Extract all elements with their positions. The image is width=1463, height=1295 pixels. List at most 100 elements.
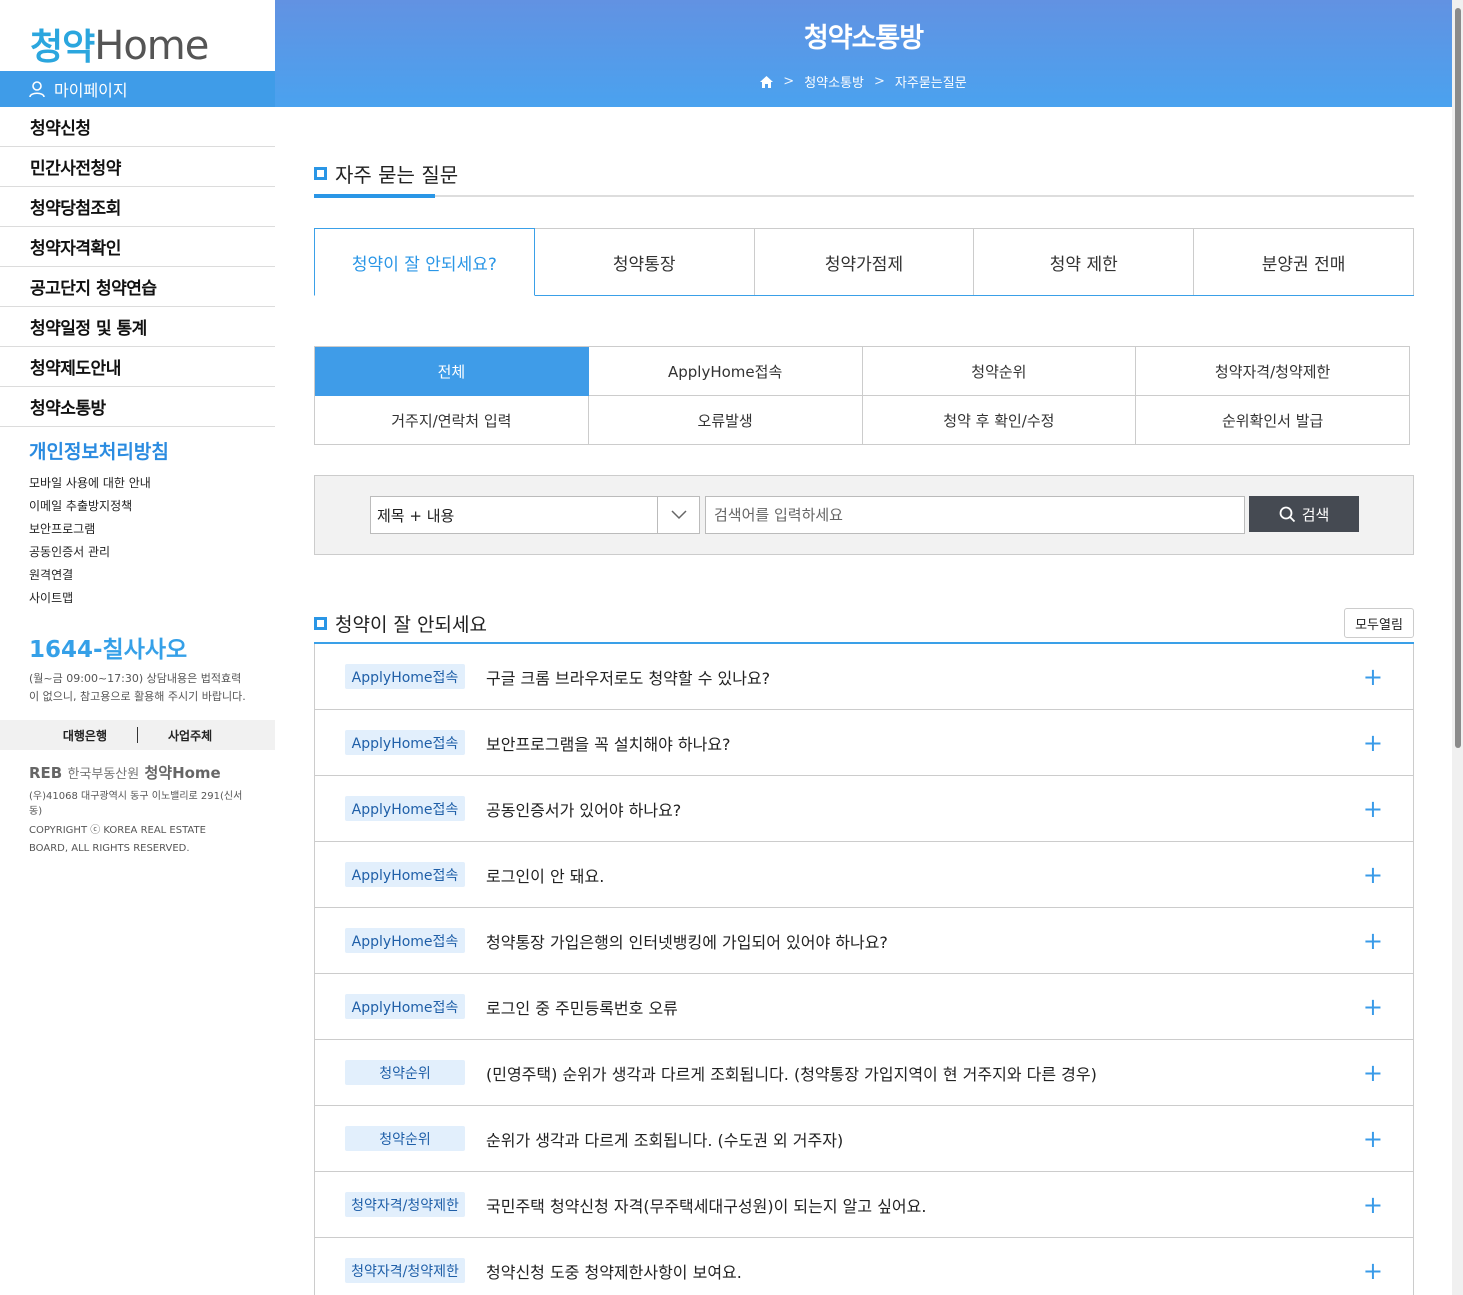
faq-question[interactable]: 구글 크롬 브라우저로도 청약할 수 있나요?	[486, 665, 770, 689]
list-header: 청약이 잘 안되세요 모두열림	[314, 607, 1414, 639]
breadcrumb: > 청약소통방 > 자주묻는질문	[275, 72, 1452, 91]
tab-points-system[interactable]: 청약가점제	[754, 228, 975, 295]
footer-logo: REB 한국부동산원 청약Home	[29, 764, 221, 782]
faq-list: ApplyHome접속 구글 크롬 브라우저로도 청약할 수 있나요? + Appl…	[314, 642, 1414, 1295]
menu-item-qualification-check[interactable]: 청약자격확인	[0, 227, 275, 267]
tab-resale[interactable]: 분양권 전매	[1194, 228, 1414, 295]
page-header: 청약소통방 > 청약소통방 > 자주묻는질문	[275, 0, 1452, 107]
link-email-policy[interactable]: 이메일 추출방지정책	[29, 495, 275, 518]
menu-item-system-guide[interactable]: 청약제도안내	[0, 347, 275, 387]
open-all-button[interactable]: 모두열림	[1344, 608, 1414, 638]
tab-savings-account[interactable]: 청약통장	[534, 228, 755, 295]
menu-item-winning-lookup[interactable]: 청약당첨조회	[0, 187, 275, 227]
faq-question[interactable]: 청약통장 가입은행의 인터넷뱅킹에 가입되어 있어야 하나요?	[486, 929, 888, 953]
category-badge: ApplyHome접속	[345, 796, 465, 821]
faq-row[interactable]: ApplyHome접속 보안프로그램을 꼭 설치해야 하나요? +	[314, 710, 1414, 776]
menu-item-apply[interactable]: 청약신청	[0, 107, 275, 147]
category-qualification[interactable]: 청약자격/청약제한	[1136, 347, 1410, 396]
category-all[interactable]: 전체	[315, 347, 589, 396]
phone-number: 1644-칠사사오	[29, 637, 188, 663]
expand-plus-icon[interactable]: +	[1363, 927, 1383, 955]
link-remote[interactable]: 원격연결	[29, 564, 275, 587]
expand-plus-icon[interactable]: +	[1363, 795, 1383, 823]
expand-plus-icon[interactable]: +	[1363, 1191, 1383, 1219]
faq-question[interactable]: 공동인증서가 있어야 하나요?	[486, 797, 681, 821]
section-title: 자주 묻는 질문	[314, 159, 1414, 187]
faq-question[interactable]: 보안프로그램을 꼭 설치해야 하나요?	[486, 731, 731, 755]
tab-apply-trouble[interactable]: 청약이 잘 안되세요?	[314, 228, 535, 296]
link-sitemap[interactable]: 사이트맵	[29, 587, 275, 610]
category-badge: 청약순위	[345, 1060, 465, 1085]
faq-question[interactable]: 순위가 생각과 다르게 조회됩니다. (수도권 외 거주자)	[486, 1127, 843, 1151]
faq-question[interactable]: 국민주택 청약신청 자격(무주택세대구성원)이 되는지 알고 싶어요.	[486, 1193, 926, 1217]
footer-links: 모바일 사용에 대한 안내 이메일 추출방지정책 보안프로그램 공동인증서 관리…	[29, 472, 275, 610]
search-type-select[interactable]: 제목 + 내용	[370, 496, 700, 534]
faq-tabs: 청약이 잘 안되세요? 청약통장 청약가점제 청약 제한 분양권 전매	[314, 228, 1414, 296]
link-mobile-guide[interactable]: 모바일 사용에 대한 안내	[29, 472, 275, 495]
faq-question[interactable]: 로그인 중 주민등록번호 오류	[486, 995, 678, 1019]
menu-item-schedule-stats[interactable]: 청약일정 및 통계	[0, 307, 275, 347]
expand-plus-icon[interactable]: +	[1363, 729, 1383, 757]
bank-bar: 대행은행 사업주체	[0, 720, 275, 750]
link-security-program[interactable]: 보안프로그램	[29, 518, 275, 541]
category-access[interactable]: ApplyHome접속	[588, 347, 863, 396]
faq-row[interactable]: ApplyHome접속 구글 크롬 브라우저로도 청약할 수 있나요? +	[314, 644, 1414, 710]
category-rank[interactable]: 청약순위	[862, 347, 1137, 396]
square-bullet-icon	[314, 166, 327, 180]
faq-row[interactable]: ApplyHome접속 공동인증서가 있어야 하나요? +	[314, 776, 1414, 842]
search-button[interactable]: 검색	[1249, 496, 1359, 532]
bank-link[interactable]: 대행은행	[63, 727, 107, 744]
user-icon	[29, 81, 45, 98]
category-badge: ApplyHome접속	[345, 664, 465, 689]
faq-row[interactable]: ApplyHome접속 청약통장 가입은행의 인터넷뱅킹에 가입되어 있어야 하나…	[314, 908, 1414, 974]
chevron-right-icon: >	[874, 74, 885, 89]
main-menu: 청약신청 민간사전청약 청약당첨조회 청약자격확인 공고단지 청약연습 청약일정…	[0, 107, 275, 427]
category-badge: ApplyHome접속	[345, 928, 465, 953]
support-hours: (월~금 09:00~17:30) 상담내용은 법적효력이 없으니, 참고용으로…	[29, 672, 246, 703]
expand-plus-icon[interactable]: +	[1363, 1125, 1383, 1153]
faq-row[interactable]: ApplyHome접속 로그인 중 주민등록번호 오류 +	[314, 974, 1414, 1040]
tab-restrictions[interactable]: 청약 제한	[974, 228, 1195, 295]
faq-row[interactable]: 청약순위 순위가 생각과 다르게 조회됩니다. (수도권 외 거주자) +	[314, 1106, 1414, 1172]
expand-plus-icon[interactable]: +	[1363, 861, 1383, 889]
faq-row[interactable]: ApplyHome접속 로그인이 안 돼요. +	[314, 842, 1414, 908]
breadcrumb-item[interactable]: 청약소통방	[804, 72, 864, 91]
menu-item-communication[interactable]: 청약소통방	[0, 387, 275, 427]
category-after-apply[interactable]: 청약 후 확인/수정	[862, 396, 1137, 445]
site-logo[interactable]: 청약Home	[0, 0, 275, 71]
faq-row[interactable]: 청약순위 (민영주택) 순위가 생각과 다르게 조회됩니다. (청약통장 가입지역…	[314, 1040, 1414, 1106]
expand-plus-icon[interactable]: +	[1363, 993, 1383, 1021]
search-input[interactable]	[705, 496, 1245, 534]
expand-plus-icon[interactable]: +	[1363, 1257, 1383, 1285]
category-rank-certificate[interactable]: 순위확인서 발급	[1136, 396, 1410, 445]
expand-plus-icon[interactable]: +	[1363, 1059, 1383, 1087]
faq-row[interactable]: 청약자격/청약제한 청약신청 도중 청약제한사항이 보여요. +	[314, 1238, 1414, 1295]
category-badge: ApplyHome접속	[345, 994, 465, 1019]
address: (우)41068 대구광역시 동구 이노밸리로 291(신서동)	[29, 791, 243, 817]
category-badge: 청약순위	[345, 1126, 465, 1151]
scrollbar-thumb[interactable]	[1455, 8, 1461, 748]
breadcrumb-item[interactable]: 자주묻는질문	[895, 72, 967, 91]
faq-row[interactable]: 청약자격/청약제한 국민주택 청약신청 자격(무주택세대구성원)이 되는지 알고 …	[314, 1172, 1414, 1238]
category-badge: 청약자격/청약제한	[345, 1258, 465, 1283]
home-icon[interactable]	[760, 75, 774, 88]
faq-question[interactable]: 로그인이 안 돼요.	[486, 863, 604, 887]
menu-item-practice[interactable]: 공고단지 청약연습	[0, 267, 275, 307]
category-error[interactable]: 오류발생	[588, 396, 863, 445]
mypage-link[interactable]: 마이페이지	[0, 71, 275, 107]
category-filter: 전체 ApplyHome접속 청약순위 청약자격/청약제한 거주지/연락처 입력…	[314, 346, 1410, 445]
category-address-contact[interactable]: 거주지/연락처 입력	[315, 396, 589, 445]
business-link[interactable]: 사업주체	[168, 727, 212, 744]
category-badge: ApplyHome접속	[345, 730, 465, 755]
category-badge: ApplyHome접속	[345, 862, 465, 887]
faq-question[interactable]: (민영주택) 순위가 생각과 다르게 조회됩니다. (청약통장 가입지역이 현 …	[486, 1061, 1097, 1085]
sidebar: 청약Home 마이페이지 청약신청 민간사전청약 청약당첨조회 청약자격확인 공…	[0, 0, 275, 1295]
menu-item-private-pre-subscription[interactable]: 민간사전청약	[0, 147, 275, 187]
link-certificate[interactable]: 공동인증서 관리	[29, 541, 275, 564]
expand-plus-icon[interactable]: +	[1363, 663, 1383, 691]
faq-question[interactable]: 청약신청 도중 청약제한사항이 보여요.	[486, 1259, 742, 1283]
square-bullet-icon	[314, 616, 327, 630]
page-title: 청약소통방	[803, 23, 924, 54]
privacy-policy-link[interactable]: 개인정보처리방침	[29, 437, 275, 464]
scrollbar[interactable]	[1452, 0, 1463, 1295]
